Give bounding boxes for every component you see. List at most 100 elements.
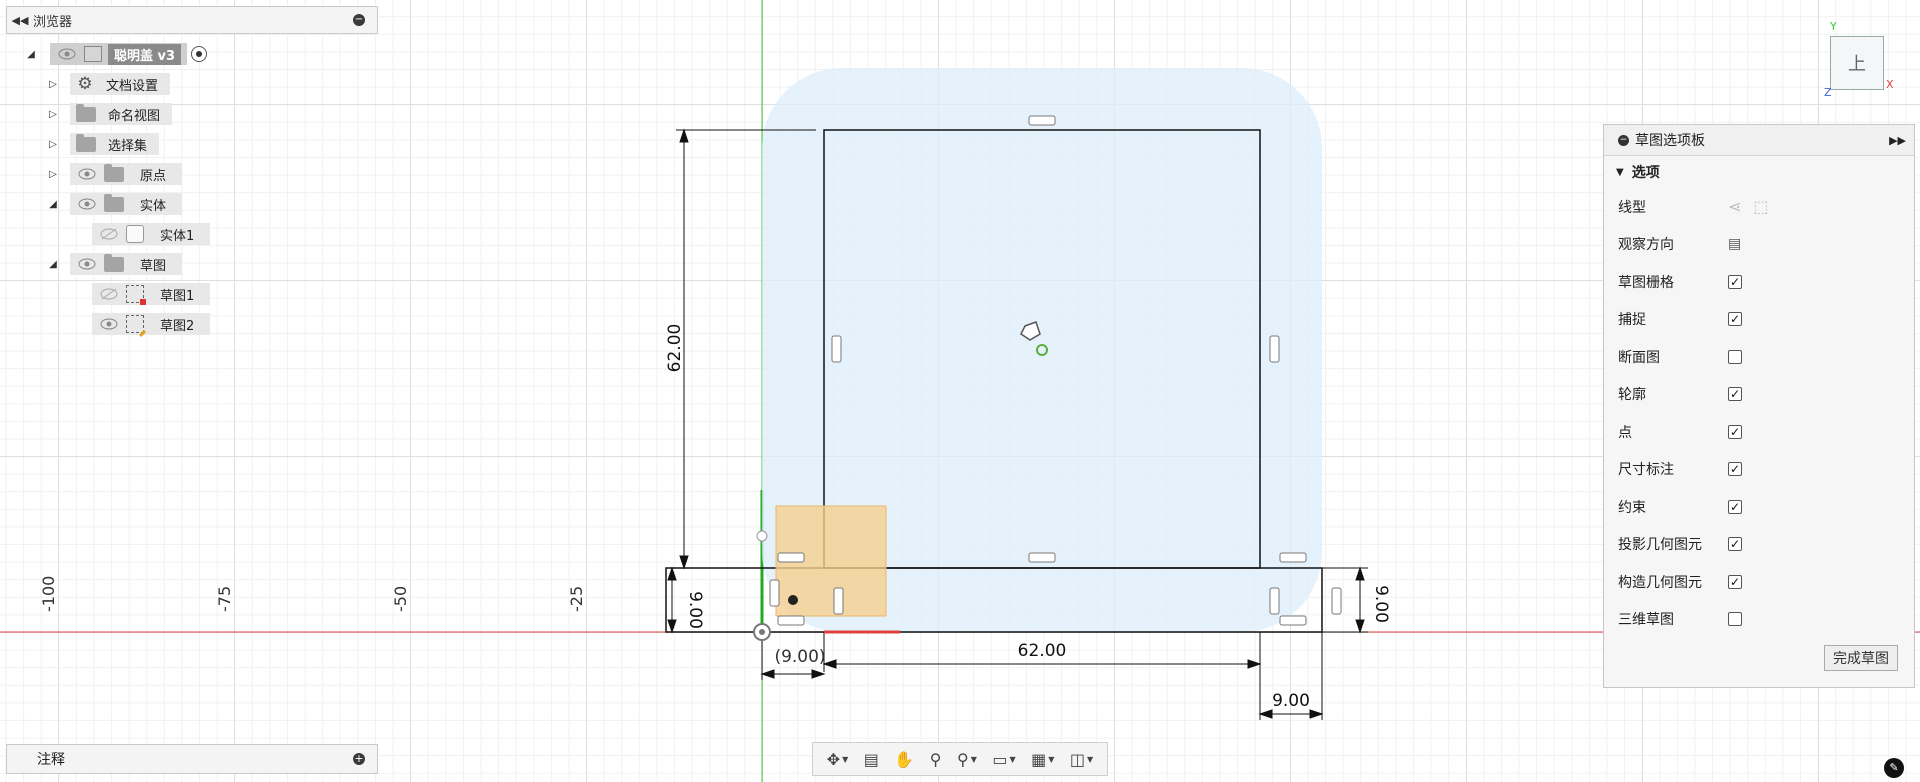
option-look-at: 观察方向 ▤: [1604, 226, 1914, 264]
expand-triangle-icon[interactable]: ▷: [46, 109, 60, 120]
tree-item-bodies[interactable]: ◢ 实体: [46, 192, 183, 216]
checkbox-unchecked[interactable]: [1728, 612, 1742, 627]
option-label: 投影几何图元: [1618, 537, 1702, 554]
tree-item-label: 选择集: [108, 138, 148, 154]
expand-triangle-icon[interactable]: ◢: [46, 199, 60, 210]
navigation-toolbar: ✥ ▼ ▤ ✋ ⚲ ⚲ ▼ ▭ ▼ ▦ ▼ ◫ ▼: [812, 742, 1108, 776]
dimension-height: 62.00: [665, 324, 685, 373]
triangle-down-icon: ▼: [1616, 166, 1624, 178]
eye-icon[interactable]: [98, 317, 120, 331]
eye-icon[interactable]: [76, 197, 98, 211]
dimension-small-right: 9.00: [1371, 585, 1391, 623]
dimension-width-right: 9.00: [1272, 691, 1310, 711]
option-label: 尺寸标注: [1618, 462, 1674, 479]
options-section-header[interactable]: ▼ 选项: [1604, 156, 1914, 188]
finish-sketch-button[interactable]: 完成草图: [1824, 645, 1898, 671]
look-at-icon[interactable]: ▤: [1728, 236, 1741, 252]
option-label: 构造几何图元: [1618, 574, 1702, 591]
look-at-button[interactable]: ▤: [864, 750, 879, 769]
centerline-icon[interactable]: ⬚: [1753, 197, 1768, 216]
checkbox-checked[interactable]: ✓: [1728, 274, 1742, 289]
option-snap[interactable]: 捕捉 ✓: [1604, 301, 1914, 339]
expand-triangle-icon[interactable]: ▷: [46, 169, 60, 180]
folder-icon: [76, 103, 96, 122]
option-points[interactable]: 点 ✓: [1604, 413, 1914, 451]
tree-root[interactable]: ◢ 聪明盖 v3: [24, 42, 208, 66]
tree-item-label: 原点: [140, 168, 167, 184]
palette-header[interactable]: − 草图选项板 ▶▶: [1604, 125, 1914, 156]
pan-button[interactable]: ✋: [894, 750, 914, 769]
add-icon[interactable]: +: [353, 753, 365, 765]
option-constraints[interactable]: 约束 ✓: [1604, 488, 1914, 526]
option-profile[interactable]: 轮廓 ✓: [1604, 376, 1914, 414]
checkbox-checked[interactable]: ✓: [1728, 537, 1742, 552]
checkbox-checked[interactable]: ✓: [1728, 424, 1742, 439]
viewports-button[interactable]: ◫ ▼: [1070, 750, 1093, 769]
browser-panel-header[interactable]: ◀◀ 浏览器 −: [6, 6, 378, 34]
body-icon: [126, 225, 144, 243]
tree-item-label: 草图1: [160, 288, 195, 304]
option-3d-sketch[interactable]: 三维草图: [1604, 601, 1914, 639]
ruler-label: -25: [567, 586, 586, 612]
option-dimensions[interactable]: 尺寸标注 ✓: [1604, 451, 1914, 489]
orbit-button[interactable]: ✥ ▼: [827, 750, 849, 769]
tree-item-sketches[interactable]: ◢ 草图: [46, 252, 183, 276]
expand-triangle-icon[interactable]: ▷: [46, 139, 60, 150]
grid-settings-button[interactable]: ▦ ▼: [1031, 750, 1054, 769]
checkbox-checked[interactable]: ✓: [1728, 387, 1742, 402]
double-chevron-left-icon[interactable]: ◀◀: [7, 14, 33, 27]
option-label: 捕捉: [1618, 312, 1646, 329]
sketch-palette: − 草图选项板 ▶▶ ▼ 选项 线型 ⋖ ⬚ 观察方向 ▤ 草图栅格 ✓ 捕捉 ✓ 断…: [1603, 124, 1915, 688]
option-label: 点: [1618, 424, 1632, 441]
construction-line-icon[interactable]: ⋖: [1728, 197, 1741, 216]
expand-triangle-icon[interactable]: ◢: [24, 49, 38, 60]
fit-button[interactable]: ⚲ ▼: [957, 750, 977, 769]
expand-triangle-icon[interactable]: ◢: [46, 259, 60, 270]
double-chevron-right-icon[interactable]: ▶▶: [1889, 134, 1906, 147]
notes-panel-header[interactable]: 注释 +: [6, 744, 378, 774]
collapse-icon[interactable]: −: [1618, 134, 1629, 146]
eye-icon[interactable]: [76, 167, 98, 181]
tree-item-label: 命名视图: [108, 108, 161, 124]
folder-icon: [104, 253, 124, 272]
comment-icon[interactable]: ✎: [1884, 758, 1904, 778]
view-cube-face: 上: [1848, 54, 1866, 75]
view-cube[interactable]: 上: [1830, 36, 1884, 90]
eye-icon[interactable]: [56, 47, 78, 61]
eye-hidden-icon[interactable]: [98, 287, 120, 301]
checkbox-checked[interactable]: ✓: [1728, 312, 1742, 327]
tree-item-origin[interactable]: ▷ 原点: [46, 162, 183, 186]
eye-icon[interactable]: [76, 257, 98, 271]
option-construction-geometry[interactable]: 构造几何图元 ✓: [1604, 563, 1914, 601]
tree-item-sketch1[interactable]: 草图1: [92, 282, 211, 306]
option-slice[interactable]: 断面图: [1604, 338, 1914, 376]
sketch-icon: [126, 285, 146, 305]
option-label: 约束: [1618, 499, 1646, 516]
folder-icon: [76, 133, 96, 152]
tree-item-body1[interactable]: 实体1: [92, 222, 211, 246]
eye-hidden-icon[interactable]: [98, 227, 120, 241]
component-icon: [84, 46, 102, 62]
tree-item-label: 草图: [140, 258, 167, 274]
checkbox-checked[interactable]: ✓: [1728, 574, 1742, 589]
option-projected-geometry[interactable]: 投影几何图元 ✓: [1604, 526, 1914, 564]
checkbox-checked[interactable]: ✓: [1728, 462, 1742, 477]
zoom-button[interactable]: ⚲: [930, 750, 942, 769]
checkbox-checked[interactable]: ✓: [1728, 499, 1742, 514]
ruler-label: -75: [215, 586, 234, 612]
option-sketch-grid[interactable]: 草图栅格 ✓: [1604, 263, 1914, 301]
palette-title: 草图选项板: [1635, 133, 1705, 149]
hand-icon: ✋: [894, 749, 915, 769]
checkbox-unchecked[interactable]: [1728, 349, 1742, 364]
browser-pin-icon[interactable]: −: [353, 14, 365, 26]
option-label: 断面图: [1618, 349, 1660, 366]
display-settings-button[interactable]: ▭ ▼: [992, 750, 1015, 769]
option-label: 三维草图: [1618, 612, 1674, 629]
activate-radio-icon[interactable]: [191, 46, 208, 62]
tree-item-named-views[interactable]: ▷ 命名视图: [46, 102, 173, 126]
tree-item-document-settings[interactable]: ▷ ⚙ 文档设置: [46, 72, 171, 96]
tree-item-sketch2[interactable]: 草图2: [92, 312, 211, 338]
tree-item-selection-sets[interactable]: ▷ 选择集: [46, 132, 160, 156]
expand-triangle-icon[interactable]: ▷: [46, 79, 60, 90]
dimension-offset: (9.00): [774, 647, 825, 667]
